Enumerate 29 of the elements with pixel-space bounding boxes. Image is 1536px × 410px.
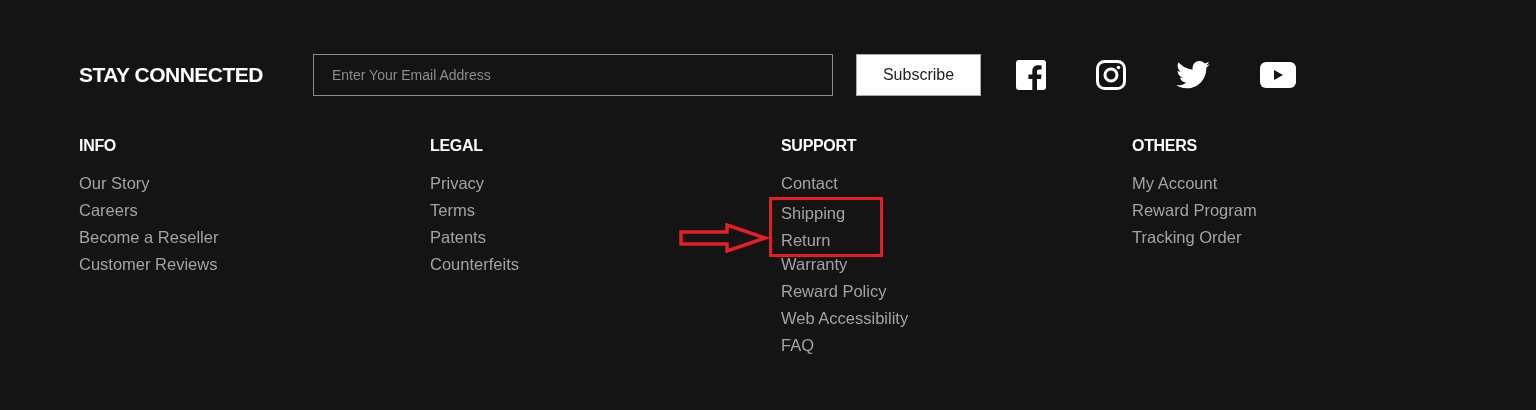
footer-link[interactable]: Shipping bbox=[781, 203, 880, 230]
subscribe-button[interactable]: Subscribe bbox=[856, 54, 981, 96]
youtube-icon[interactable] bbox=[1260, 62, 1296, 88]
column-heading: SUPPORT bbox=[781, 137, 858, 156]
facebook-icon[interactable] bbox=[1016, 60, 1046, 90]
footer-link[interactable]: Customer Reviews bbox=[79, 254, 430, 281]
footer-link[interactable]: Terms bbox=[430, 200, 781, 227]
column-heading: LEGAL bbox=[430, 137, 484, 156]
footer-link[interactable]: Become a Reseller bbox=[79, 227, 430, 254]
footer-link[interactable]: Reward Policy bbox=[781, 281, 1132, 308]
footer-link[interactable]: Patents bbox=[430, 227, 781, 254]
twitter-icon[interactable] bbox=[1176, 61, 1210, 89]
footer-link[interactable]: Careers bbox=[79, 200, 430, 227]
footer-link[interactable]: Our Story bbox=[79, 173, 430, 200]
footer-link[interactable]: Web Accessibility bbox=[781, 308, 1132, 335]
footer-link[interactable]: Return bbox=[781, 230, 880, 254]
footer-link[interactable]: Reward Program bbox=[1132, 200, 1483, 227]
footer-link[interactable]: FAQ bbox=[781, 335, 1132, 362]
footer-link[interactable]: Tracking Order bbox=[1132, 227, 1483, 254]
email-field[interactable]: Enter Your Email Address bbox=[313, 54, 833, 96]
footer-link[interactable]: Counterfeits bbox=[430, 254, 781, 281]
column-heading: INFO bbox=[79, 137, 118, 156]
newsletter-heading: STAY CONNECTED bbox=[79, 63, 264, 87]
footer-link[interactable]: My Account bbox=[1132, 173, 1483, 200]
footer-link[interactable]: Contact bbox=[781, 173, 1132, 200]
footer-link[interactable]: Privacy bbox=[430, 173, 781, 200]
column-heading: OTHERS bbox=[1132, 137, 1198, 156]
instagram-icon[interactable] bbox=[1096, 60, 1126, 90]
footer-link[interactable]: Warranty bbox=[781, 254, 1132, 281]
